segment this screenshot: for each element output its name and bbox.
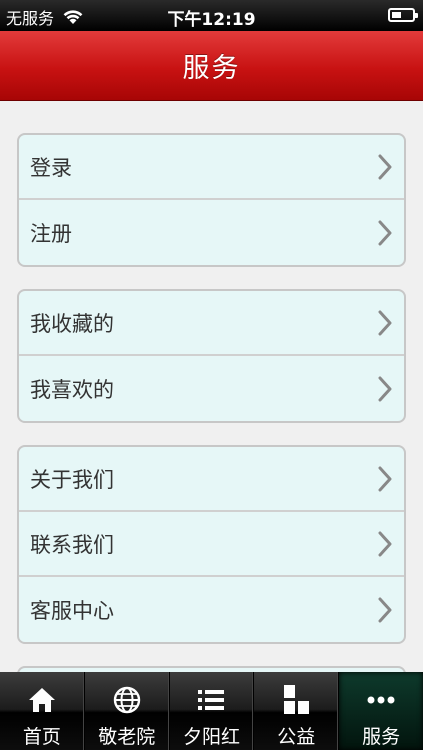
account-group: 登录 注册 bbox=[17, 133, 406, 267]
row-label: 注册 bbox=[30, 221, 72, 246]
contact-us-row[interactable]: 联系我们 bbox=[19, 512, 404, 577]
tab-label: 敬老院 bbox=[98, 726, 156, 748]
chevron-right-icon bbox=[377, 310, 393, 336]
tab-label: 首页 bbox=[22, 726, 61, 748]
tab-home[interactable]: 首页 bbox=[0, 672, 85, 750]
chevron-right-icon bbox=[377, 597, 393, 623]
list-icon bbox=[196, 684, 226, 716]
tab-nursing-home[interactable]: 敬老院 bbox=[85, 672, 170, 750]
tab-bar: 首页 敬老院 夕阳红 公益 服务 bbox=[0, 672, 423, 750]
row-label: 联系我们 bbox=[30, 532, 114, 557]
chevron-right-icon bbox=[377, 531, 393, 557]
about-group: 关于我们 联系我们 客服中心 bbox=[17, 445, 406, 644]
customer-service-row[interactable]: 客服中心 bbox=[19, 577, 404, 642]
tab-services[interactable]: 服务 bbox=[339, 672, 423, 750]
row-label: 我收藏的 bbox=[30, 311, 114, 336]
row-label: 客服中心 bbox=[30, 598, 114, 623]
tab-label: 公益 bbox=[277, 726, 316, 748]
row-label: 我喜欢的 bbox=[30, 377, 114, 402]
tab-charity[interactable]: 公益 bbox=[254, 672, 340, 750]
status-time: 下午12:19 bbox=[167, 10, 256, 30]
chevron-right-icon bbox=[377, 466, 393, 492]
tab-label: 夕阳红 bbox=[182, 726, 240, 748]
globe-icon bbox=[112, 684, 142, 716]
chevron-right-icon bbox=[377, 220, 393, 246]
status-right bbox=[388, 8, 418, 22]
row-label: 登录 bbox=[30, 155, 72, 180]
status-bar: 无服务 下午12:19 bbox=[0, 0, 423, 31]
chevron-right-icon bbox=[377, 376, 393, 402]
about-us-row[interactable]: 关于我们 bbox=[19, 447, 404, 512]
row-label: 关于我们 bbox=[30, 467, 114, 492]
page-title: 服务 bbox=[182, 53, 241, 84]
battery-icon bbox=[388, 8, 418, 22]
tab-sunset[interactable]: 夕阳红 bbox=[170, 672, 255, 750]
home-icon bbox=[27, 684, 57, 716]
nav-header: 服务 bbox=[0, 31, 423, 101]
register-row[interactable]: 注册 bbox=[19, 200, 404, 265]
chevron-right-icon bbox=[377, 154, 393, 180]
tab-label: 服务 bbox=[362, 726, 401, 748]
services-content[interactable]: 登录 注册 我收藏的 我喜欢的 关于我们 联系我们 客服中心 bbox=[0, 101, 423, 672]
my-favorites-row[interactable]: 我收藏的 bbox=[19, 291, 404, 356]
my-likes-row[interactable]: 我喜欢的 bbox=[19, 356, 404, 421]
favorites-group: 我收藏的 我喜欢的 bbox=[17, 289, 406, 423]
more-icon bbox=[366, 684, 396, 716]
login-row[interactable]: 登录 bbox=[19, 135, 404, 200]
blocks-icon bbox=[281, 684, 311, 716]
